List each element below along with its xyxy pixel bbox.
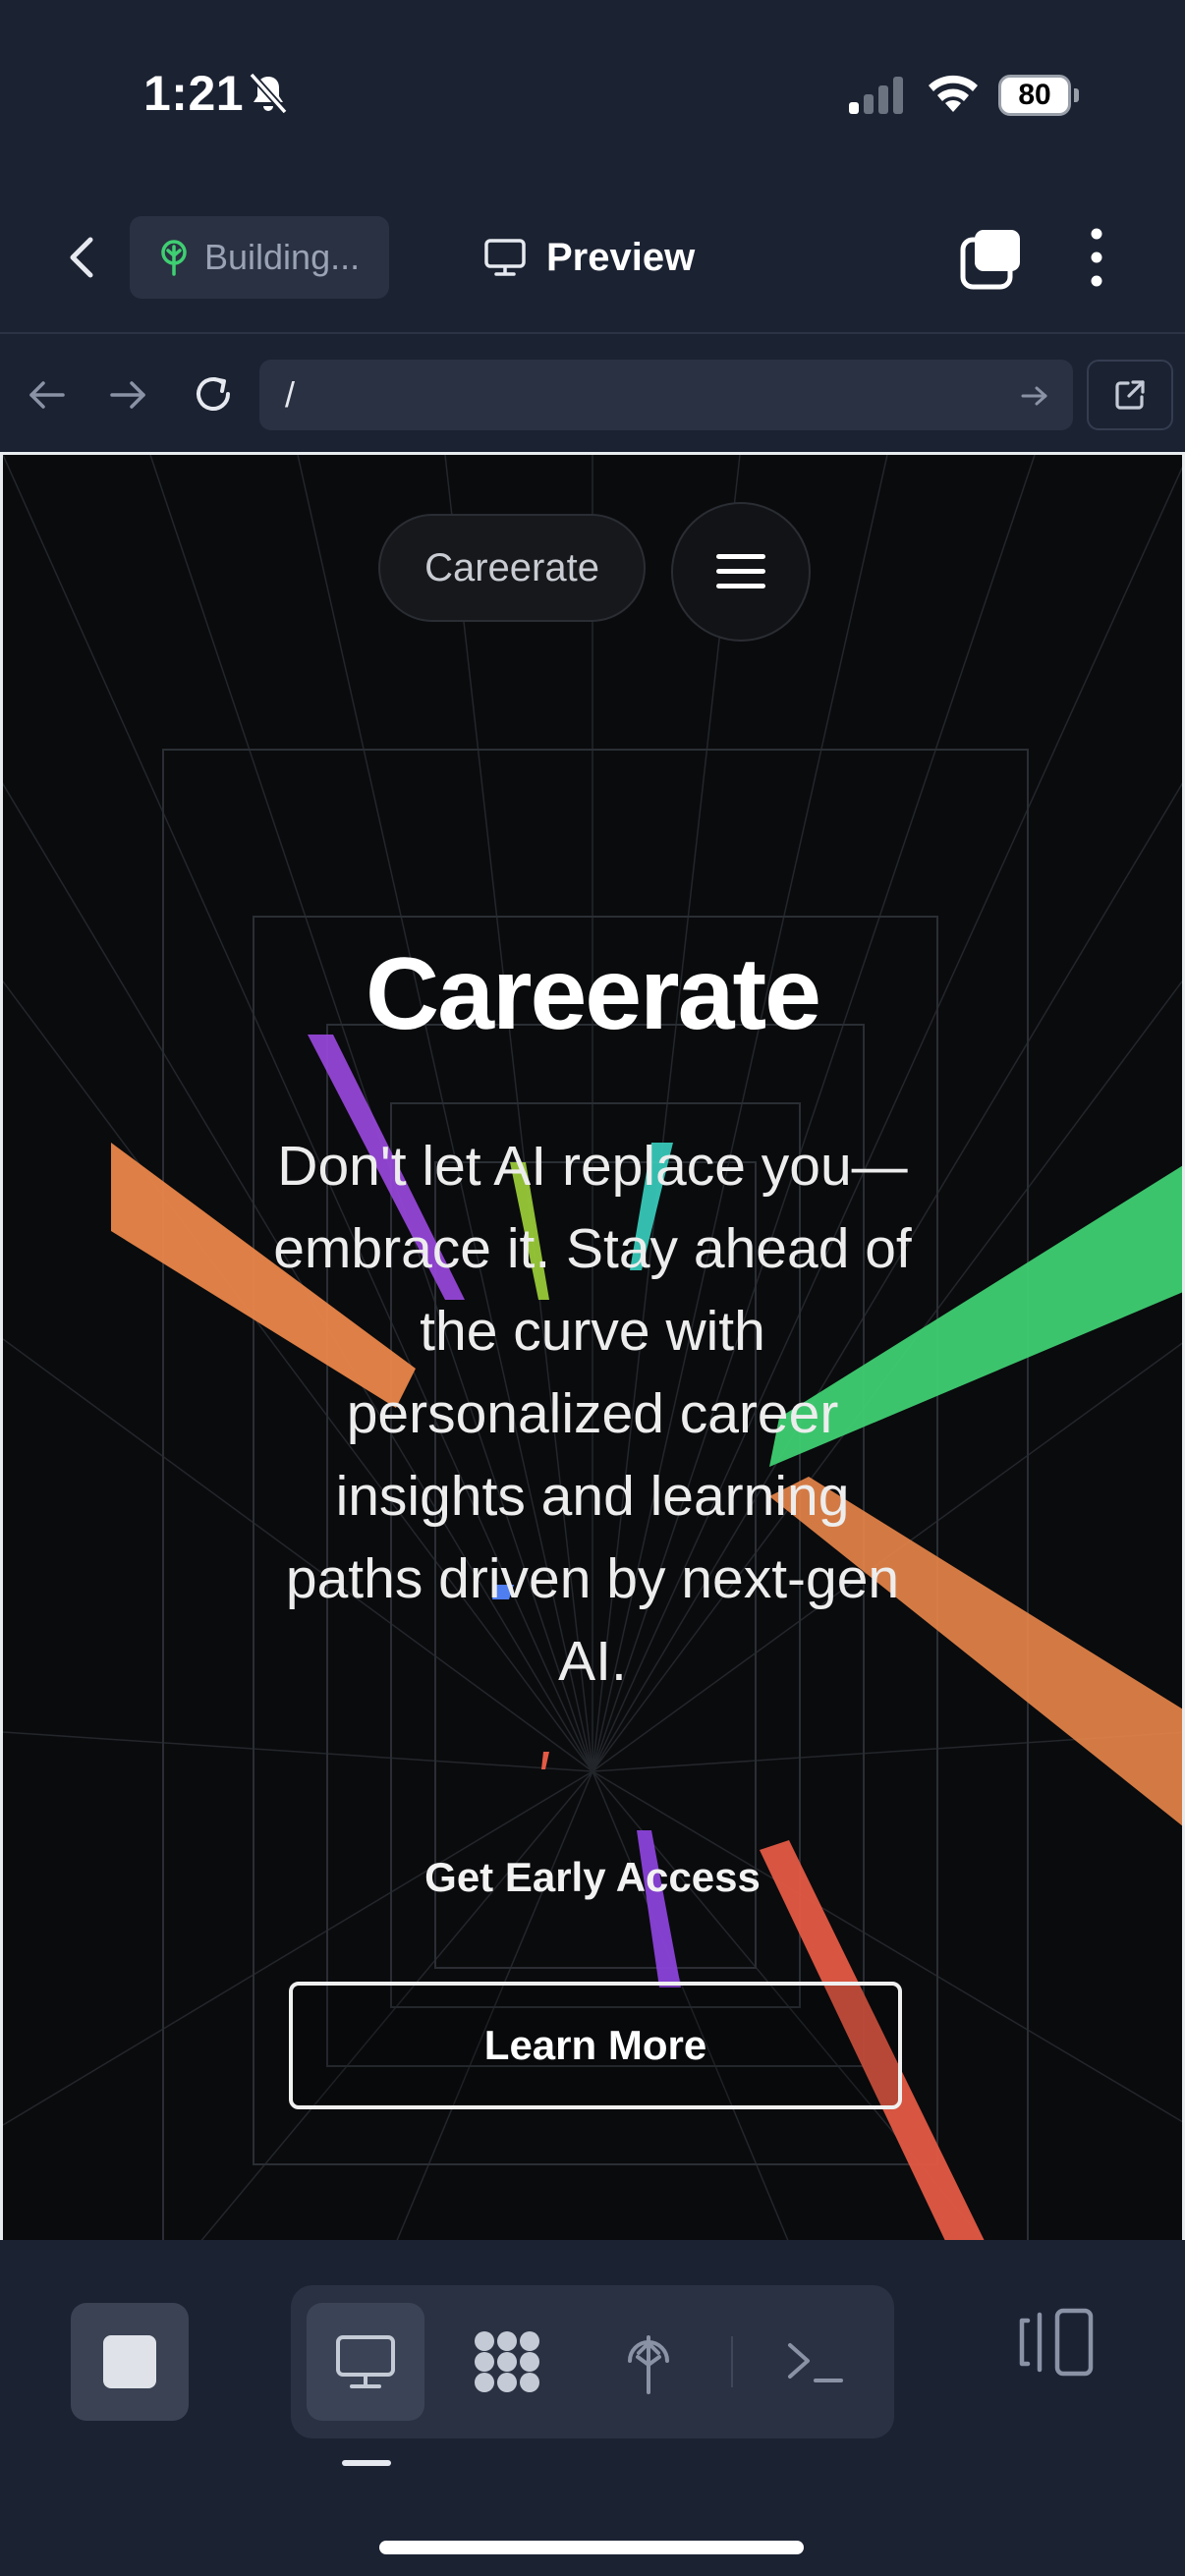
external-link-icon [1115, 380, 1145, 410]
reload-icon[interactable] [189, 369, 238, 419]
stop-button[interactable] [71, 2303, 189, 2421]
arrow-left-icon[interactable] [26, 373, 69, 417]
hamburger-menu-button[interactable] [671, 502, 811, 642]
desktop-view-button[interactable] [307, 2303, 424, 2421]
toolbar-divider [731, 2336, 733, 2387]
cellular-signal-icon [849, 77, 903, 114]
tabs-switcher-icon[interactable] [959, 226, 1024, 291]
preview-tab-label: Preview [546, 235, 696, 279]
battery-indicator: 80 [998, 75, 1079, 116]
terminal-view-button[interactable] [757, 2303, 875, 2421]
view-switcher [291, 2285, 894, 2438]
web-preview: Careerate Careerate Don't let AI replace… [0, 452, 1185, 2240]
apps-view-button[interactable] [448, 2303, 566, 2421]
split-view-icon[interactable] [1014, 2301, 1097, 2383]
active-tab-indicator [342, 2460, 391, 2466]
hero-subtitle: Don't let AI replace you—embrace it. Sta… [273, 1135, 912, 1693]
url-input[interactable]: / [259, 360, 1073, 430]
more-options-icon[interactable] [1079, 222, 1114, 293]
hero-title: Careerate [366, 937, 821, 1051]
hamburger-icon [716, 554, 765, 588]
bell-muted-icon [249, 72, 288, 115]
arrow-right-icon[interactable] [106, 373, 149, 417]
desktop-icon [336, 2335, 395, 2388]
deploy-tree-icon [161, 240, 187, 276]
back-button[interactable] [53, 228, 112, 287]
battery-level: 80 [1018, 79, 1051, 111]
stop-icon [103, 2335, 156, 2388]
apps-icon [475, 2331, 539, 2392]
site-brand-pill[interactable]: Careerate [378, 514, 646, 622]
browser-address-row: / [0, 336, 1185, 452]
deploy-icon [628, 2335, 669, 2394]
wifi-icon [929, 75, 978, 112]
home-indicator [379, 2541, 804, 2554]
chevron-left-icon [70, 237, 93, 278]
monitor-icon [484, 239, 526, 276]
deploy-view-button[interactable] [590, 2303, 707, 2421]
preview-tab[interactable]: Preview [483, 216, 695, 299]
status-time: 1:21 [143, 66, 245, 121]
status-bar: 1:21 80 [0, 0, 1185, 187]
get-early-access-button[interactable]: Get Early Access [3, 1854, 1182, 1901]
terminal-icon [788, 2343, 843, 2382]
open-external-button[interactable] [1087, 360, 1173, 430]
go-arrow-icon[interactable] [1020, 381, 1049, 411]
build-status-label: Building... [204, 237, 361, 277]
bottom-toolbar [0, 2240, 1185, 2576]
learn-more-button[interactable]: Learn More [289, 1982, 902, 2109]
site-nav: Careerate [3, 502, 1182, 642]
build-status-pill[interactable]: Building... [130, 216, 389, 299]
app-header: Building... Preview [0, 187, 1185, 334]
url-text: / [285, 374, 296, 415]
